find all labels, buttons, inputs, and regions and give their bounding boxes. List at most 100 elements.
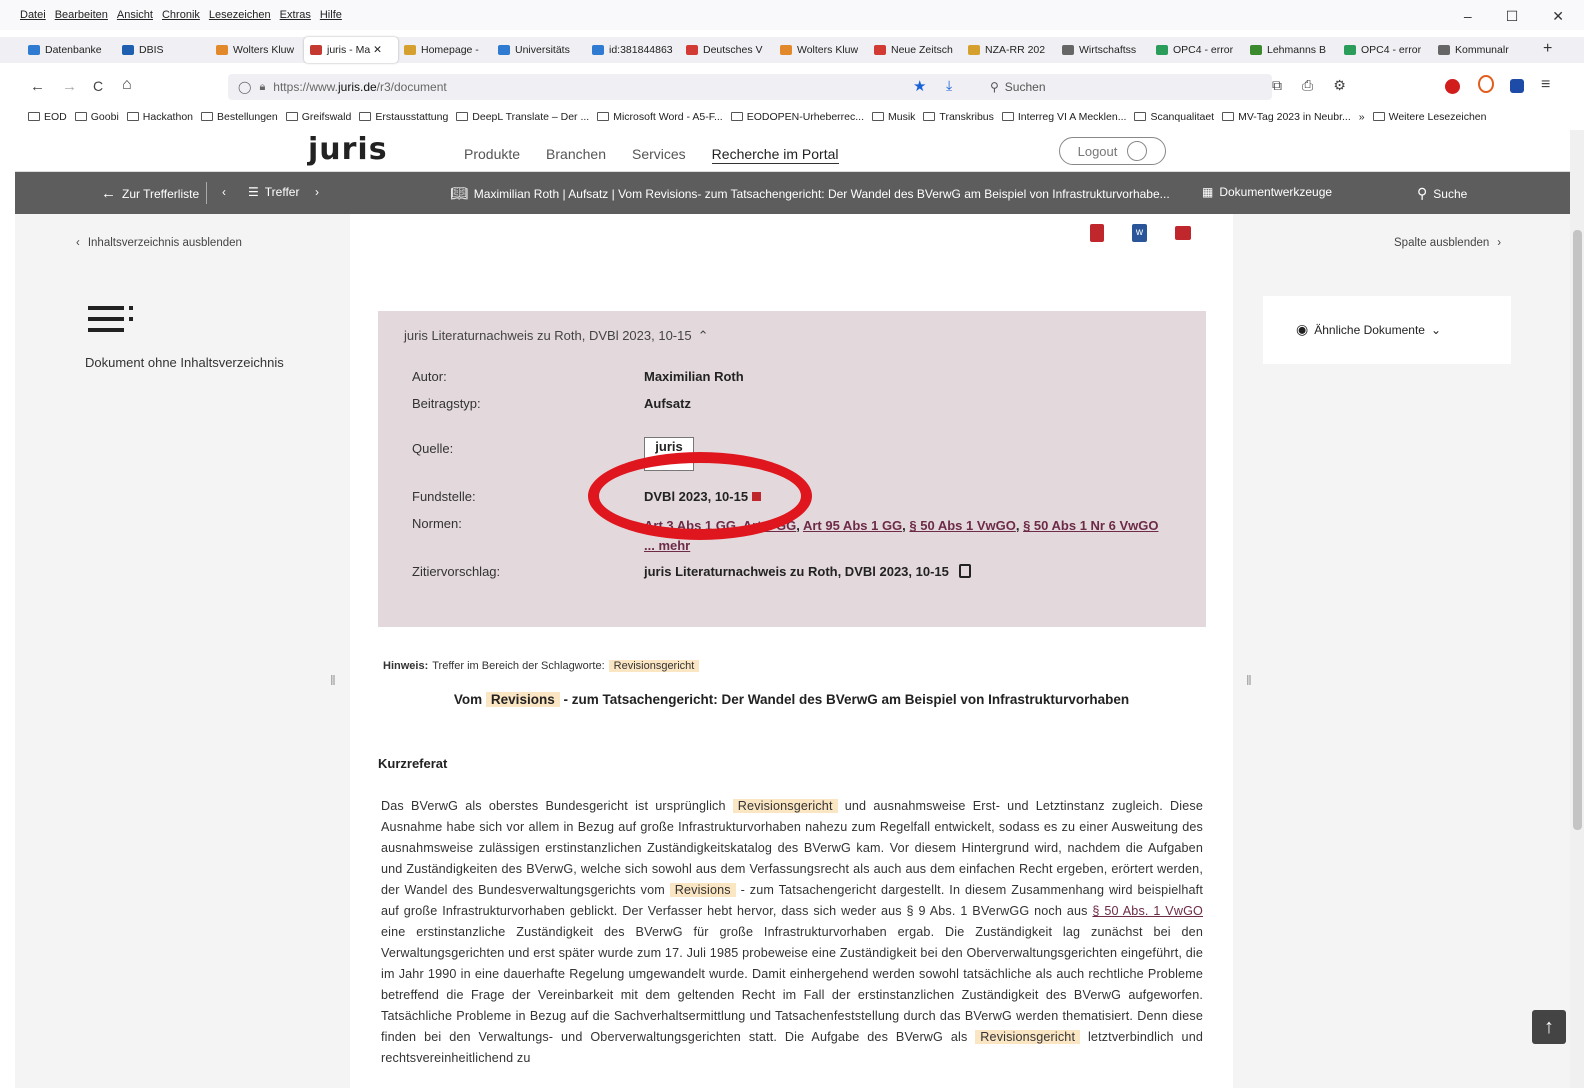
norm-link[interactable]: § 50 Abs. 1 VwGO xyxy=(1092,904,1203,918)
bookmark-item[interactable]: Transkribus xyxy=(923,111,994,123)
new-tab-button[interactable]: + xyxy=(1543,40,1552,58)
bookmark-item[interactable]: Musik xyxy=(872,111,915,123)
nav-recherche[interactable]: Recherche im Portal xyxy=(711,146,839,164)
nav-produkte[interactable]: Produkte xyxy=(464,146,520,164)
nav-branchen[interactable]: Branchen xyxy=(546,146,606,164)
browser-tab[interactable]: OPC4 - error xyxy=(1150,37,1244,63)
menu-hilfe[interactable]: Hilfe xyxy=(320,9,342,21)
doc-search-button[interactable]: ⚲ Suche xyxy=(1417,185,1467,202)
bookmark-item[interactable]: Bestellungen xyxy=(201,111,278,123)
bookmark-label: Microsoft Word - A5-F... xyxy=(613,110,723,123)
browser-tab[interactable]: DBIS xyxy=(116,37,210,63)
grid-icon: ▦ xyxy=(1202,185,1214,199)
screenshot-icon[interactable]: ⧉ xyxy=(1272,77,1282,94)
back-button[interactable]: ← xyxy=(30,78,45,95)
browser-tab[interactable]: Kommunalr xyxy=(1432,37,1526,63)
scroll-to-top-button[interactable]: ↑ xyxy=(1532,1010,1566,1044)
resize-handle-left[interactable]: ‖ xyxy=(330,672,336,688)
copy-icon[interactable] xyxy=(958,564,971,578)
close-window-button[interactable]: ✕ xyxy=(1552,8,1564,25)
bookmark-item[interactable]: Erstausstattung xyxy=(359,111,448,123)
bookmark-item[interactable]: Interreg VI A Mecklen... xyxy=(1001,111,1126,123)
browser-tab[interactable]: Neue Zeitsch xyxy=(868,37,962,63)
browser-tab[interactable]: Wolters Kluw xyxy=(774,37,868,63)
lock-icon[interactable]: 🔒︎ xyxy=(259,81,265,94)
browser-tab[interactable]: juris - Ma ✕ xyxy=(304,37,398,63)
word-icon[interactable]: w xyxy=(1132,224,1147,242)
juris-logo[interactable]: juris xyxy=(308,132,388,167)
print-icon[interactable]: ⎙ xyxy=(1302,77,1313,94)
menu-ansicht[interactable]: Ansicht xyxy=(117,9,153,21)
maximize-button[interactable]: ☐ xyxy=(1506,8,1519,25)
bookmark-item[interactable]: Microsoft Word - A5-F... xyxy=(597,111,723,123)
shield-icon[interactable]: ◯ xyxy=(238,80,251,94)
folder-icon xyxy=(74,112,87,121)
norm-link[interactable]: Art 95 Abs 1 GG xyxy=(803,518,902,533)
more-norms-link[interactable]: ... mehr xyxy=(644,538,690,553)
bookmark-item[interactable]: Weitere Lesezeichen xyxy=(1372,111,1486,123)
bookmark-item[interactable]: » xyxy=(1359,111,1365,123)
tab-favicon-icon xyxy=(1438,45,1450,55)
print-icon[interactable] xyxy=(1175,226,1191,240)
hide-column-link[interactable]: Spalte ausblenden › xyxy=(1394,237,1501,249)
tab-label: Wolters Kluw xyxy=(233,44,295,56)
bookmark-item[interactable]: EODOPEN-Urheberrec... xyxy=(730,111,864,123)
url-prefix: https://www. xyxy=(273,80,338,94)
browser-tab[interactable]: OPC4 - error xyxy=(1338,37,1432,63)
norm-link[interactable]: § 50 Abs 1 VwGO xyxy=(909,518,1015,533)
extension-badge-icon[interactable] xyxy=(1478,75,1494,93)
forward-button[interactable]: → xyxy=(62,78,77,95)
browser-search-box[interactable]: ⚲ Suchen xyxy=(984,76,1269,98)
hit-list-button[interactable]: ☰ Treffer xyxy=(248,185,299,199)
norm-link[interactable]: § 50 Abs 1 Nr 6 VwGO xyxy=(1023,518,1158,533)
bookmark-item[interactable]: Hackathon xyxy=(126,111,193,123)
home-button[interactable]: ⌂ xyxy=(122,76,132,94)
document-tools-button[interactable]: ▦ Dokumentwerkzeuge xyxy=(1202,185,1332,199)
menu-lesezeichen[interactable]: Lesezeichen xyxy=(209,9,271,21)
bookmark-star-icon[interactable]: ★ xyxy=(913,77,926,95)
nav-services[interactable]: Services xyxy=(632,146,686,164)
browser-tab[interactable]: Wirtschaftss xyxy=(1056,37,1150,63)
tab-label: DBIS xyxy=(139,44,164,56)
bookmark-item[interactable]: Greifswald xyxy=(285,111,351,123)
browser-tab[interactable]: Datenbanke xyxy=(22,37,116,63)
bookmark-item[interactable]: MV-Tag 2023 in Neubr... xyxy=(1222,111,1351,123)
similar-icon: ◉ xyxy=(1296,321,1309,337)
minimize-button[interactable]: – xyxy=(1464,8,1472,25)
download-icon[interactable]: ⤓ xyxy=(946,77,952,94)
scrollbar-thumb[interactable] xyxy=(1573,230,1582,830)
browser-tab[interactable]: NZA-RR 202 xyxy=(962,37,1056,63)
bookmark-item[interactable]: EOD xyxy=(28,111,67,123)
bookmark-item[interactable]: Goobi xyxy=(74,110,119,123)
browser-tab[interactable]: Lehmanns B xyxy=(1244,37,1338,63)
adblock-icon[interactable] xyxy=(1445,79,1460,94)
browser-tab[interactable]: Wolters Kluw xyxy=(210,37,304,63)
logout-button[interactable]: Logout xyxy=(1059,137,1166,165)
browser-tab[interactable]: id:381844863 xyxy=(586,37,680,63)
similar-docs-button[interactable]: ◉ Ähnliche Dokumente ⌄ xyxy=(1296,321,1441,338)
bookmark-item[interactable]: DeepL Translate – Der ... xyxy=(456,111,589,123)
back-to-results-button[interactable]: ← Zur Trefferliste xyxy=(101,185,199,202)
browser-tab[interactable]: Homepage - xyxy=(398,37,492,63)
resize-handle-right[interactable]: ‖ xyxy=(1246,672,1252,688)
extension-icon[interactable] xyxy=(1510,79,1524,93)
url-domain: juris.de xyxy=(337,80,377,94)
menu-chronik[interactable]: Chronik xyxy=(162,9,200,21)
reload-button[interactable]: C xyxy=(93,78,103,94)
menu-extras[interactable]: Extras xyxy=(280,9,311,21)
bookmark-label: Goobi xyxy=(90,110,119,123)
lit-heading[interactable]: juris Literaturnachweis zu Roth, DVBl 20… xyxy=(404,328,709,344)
browser-tab[interactable]: Deutsches V xyxy=(680,37,774,63)
bookmark-item[interactable]: Scanqualitaet xyxy=(1134,111,1214,123)
menu-datei[interactable]: Datei xyxy=(20,9,46,21)
settings-icon[interactable]: ⚙ xyxy=(1333,77,1346,94)
hide-toc-link[interactable]: ‹ Inhaltsverzeichnis ausblenden xyxy=(76,237,242,249)
browser-tab[interactable]: Universitäts xyxy=(492,37,586,63)
prev-hit-button[interactable]: ‹ xyxy=(222,185,226,199)
toc-icon xyxy=(88,306,136,334)
chevron-up-icon: ⌃ xyxy=(697,328,709,343)
next-hit-button[interactable]: › xyxy=(315,185,319,199)
hamburger-menu-icon[interactable]: ≡ xyxy=(1541,76,1550,94)
pdf-icon[interactable] xyxy=(1090,224,1104,242)
menu-bearbeiten[interactable]: Bearbeiten xyxy=(55,9,108,21)
